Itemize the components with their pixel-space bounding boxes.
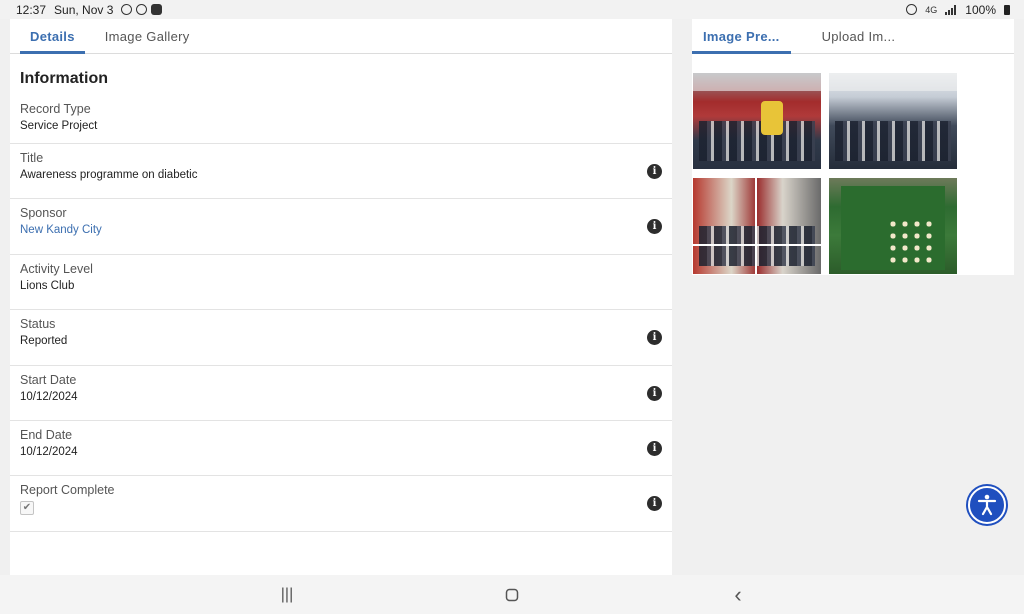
field-label: Title	[20, 151, 44, 165]
recents-icon: |||	[280, 586, 294, 603]
info-icon[interactable]: i	[647, 385, 662, 401]
speaker-vest	[761, 101, 783, 135]
field-label: End Date	[20, 427, 73, 442]
field-label: Report Complete	[20, 483, 115, 498]
gallery-image[interactable]	[829, 178, 957, 274]
field-record-type: Record Type Service Project	[10, 99, 672, 144]
youtube-icon	[151, 4, 163, 15]
field-value: Reported	[20, 335, 68, 348]
status-bar: 12:37 Sun, Nov 3 4G 100%	[0, 0, 1024, 19]
tab-upload-image[interactable]: Upload Im...	[811, 19, 907, 53]
details-panel: Details Image Gallery Information Record…	[10, 19, 672, 575]
report-complete-checkbox[interactable]: ✔	[20, 501, 34, 516]
field-value: Lions Club	[20, 279, 75, 292]
clock: 12:37	[16, 2, 47, 17]
checkmark-icon: ✔	[22, 502, 32, 514]
field-value: Service Project	[20, 120, 98, 132]
field-report-complete: Report Complete ✔ i	[10, 476, 672, 532]
section-title: Information	[20, 70, 108, 87]
field-label: Status	[20, 317, 56, 332]
crowd	[835, 121, 951, 161]
alarm-icon	[906, 4, 918, 15]
gallery-image[interactable]	[693, 73, 821, 169]
status-bar-left: 12:37 Sun, Nov 3	[16, 2, 163, 17]
notification-icons	[121, 4, 163, 15]
sponsor-link[interactable]: New Kandy City	[20, 222, 662, 239]
alarm-glyph	[906, 4, 918, 15]
date: Sun, Nov 3	[54, 2, 114, 17]
tent-canopy	[693, 73, 821, 91]
field-activity-level: Activity Level Lions Club	[10, 255, 672, 311]
field-value: 10/12/2024	[20, 445, 78, 458]
field-value: 10/12/2024	[20, 390, 78, 403]
field-sponsor: Sponsor New Kandy City i	[10, 199, 672, 255]
status-bar-right: 4G 100%	[906, 3, 1010, 17]
battery-icon	[1004, 4, 1010, 15]
field-status: Status Reported i	[10, 310, 672, 366]
details-tabs: Details Image Gallery	[10, 19, 672, 54]
home-icon	[505, 588, 519, 602]
accessibility-button[interactable]	[968, 486, 1006, 524]
network-type: 4G	[925, 4, 938, 15]
gallery-image[interactable]	[693, 178, 821, 274]
info-icon[interactable]: i	[647, 440, 662, 456]
info-icon[interactable]: i	[647, 164, 662, 179]
gallery-image[interactable]	[829, 73, 957, 169]
navigation-bar: ||| ‹	[0, 575, 1024, 614]
info-icon[interactable]: i	[647, 496, 662, 512]
whatsapp-icon	[136, 4, 148, 15]
field-label: Sponsor	[20, 206, 67, 221]
field-value: Awareness programme on diabetic	[20, 169, 198, 181]
field-title: Title Awareness programme on diabetic i	[10, 144, 672, 200]
collage-dividers	[693, 178, 821, 274]
back-button[interactable]: ‹	[728, 582, 748, 607]
notification-app-icon	[121, 4, 133, 15]
field-end-date: End Date 10/12/2024 i	[10, 421, 672, 477]
tent-canopy	[829, 73, 957, 91]
gallery-tabs: Image Pre... Upload Im...	[692, 19, 1014, 54]
field-label: Start Date	[20, 372, 77, 387]
signal-icon	[945, 4, 957, 15]
accessibility-icon	[977, 494, 997, 516]
crowd	[699, 121, 815, 161]
tab-image-preview[interactable]: Image Pre...	[692, 19, 791, 54]
tab-image-gallery[interactable]: Image Gallery	[95, 19, 200, 53]
back-icon: ‹	[734, 582, 742, 607]
battery-level: 100%	[965, 2, 996, 17]
gallery-panel: Image Pre... Upload Im...	[692, 19, 1014, 275]
field-label: Activity Level	[20, 261, 93, 276]
tab-details[interactable]: Details	[20, 19, 85, 54]
field-label: Record Type	[20, 102, 91, 116]
recents-button[interactable]: |||	[277, 585, 297, 605]
poster-diagrams	[887, 218, 937, 264]
field-start-date: Start Date 10/12/2024 i	[10, 366, 672, 421]
home-button[interactable]	[502, 585, 522, 605]
